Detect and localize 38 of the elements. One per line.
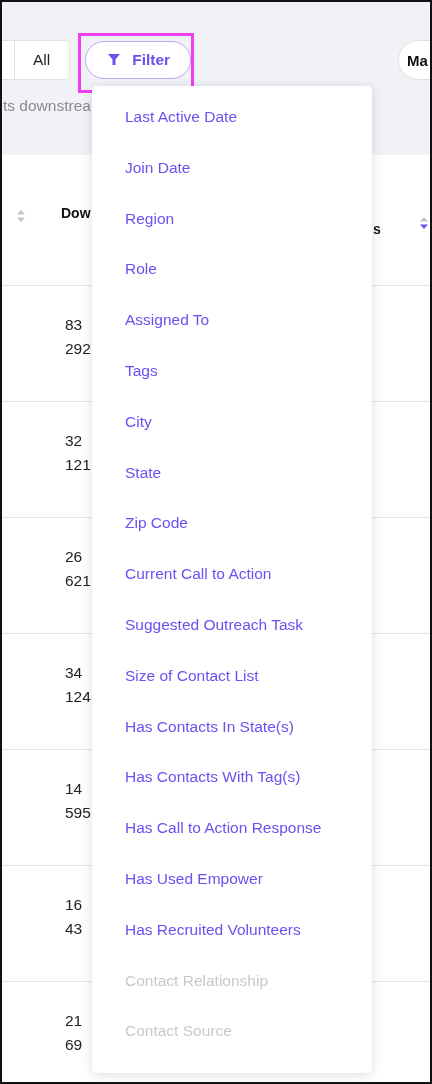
menu-item[interactable]: Has Contacts In State(s)	[92, 707, 372, 759]
menu-item[interactable]: City	[92, 402, 372, 454]
table-cell-text: 32	[65, 431, 84, 450]
table-cell-text: 83	[65, 315, 84, 334]
column-header[interactable]: Dow	[61, 205, 91, 221]
menu-item[interactable]: Suggested Outreach Task	[92, 605, 372, 657]
subtitle-text: ts downstrea	[3, 97, 92, 115]
menu-item[interactable]: Last Active Date	[92, 98, 372, 149]
menu-button[interactable]: Ma	[398, 40, 430, 80]
table-cell-text: 26	[65, 547, 84, 566]
menu-item[interactable]: Assigned To	[92, 301, 372, 352]
table-cell: 21	[65, 1011, 83, 1030]
column-header[interactable]: s	[373, 221, 381, 237]
menu-item[interactable]: Region	[92, 199, 372, 251]
table-cell: 124	[65, 687, 91, 706]
table-cell: 595	[65, 803, 91, 822]
table-cell: 69	[65, 1035, 83, 1054]
menu-item[interactable]: Tags	[92, 352, 372, 403]
menu-item[interactable]: Has Recruited Volunteers	[92, 910, 372, 962]
table-cell: 121	[65, 455, 91, 474]
table-cell: 16	[65, 895, 83, 914]
sort-icon[interactable]	[418, 215, 429, 231]
menu-item[interactable]: Has Call to Action Response	[92, 809, 372, 860]
menu-item[interactable]: Has Used Empower	[92, 859, 372, 911]
menu-item[interactable]: Role	[92, 250, 372, 302]
table-cell-text: 14	[65, 779, 84, 798]
table-cell: 292	[65, 339, 91, 358]
table-cell: 621	[65, 571, 91, 590]
menu-item[interactable]: State	[92, 453, 372, 505]
table-cell: 43	[65, 919, 83, 938]
table-cell-text: 34	[65, 663, 84, 682]
menu-item[interactable]: Join Date	[92, 148, 372, 200]
menu-item[interactable]: Has Contacts With Tag(s)	[92, 758, 372, 810]
menu-item[interactable]: Current Call to Action	[92, 555, 372, 606]
filter-button[interactable]: Filter	[85, 41, 192, 79]
filter-icon	[108, 54, 121, 66]
menu-item[interactable]: Zip Code	[92, 504, 372, 556]
menu-item[interactable]: Size of Contact List	[92, 656, 372, 708]
